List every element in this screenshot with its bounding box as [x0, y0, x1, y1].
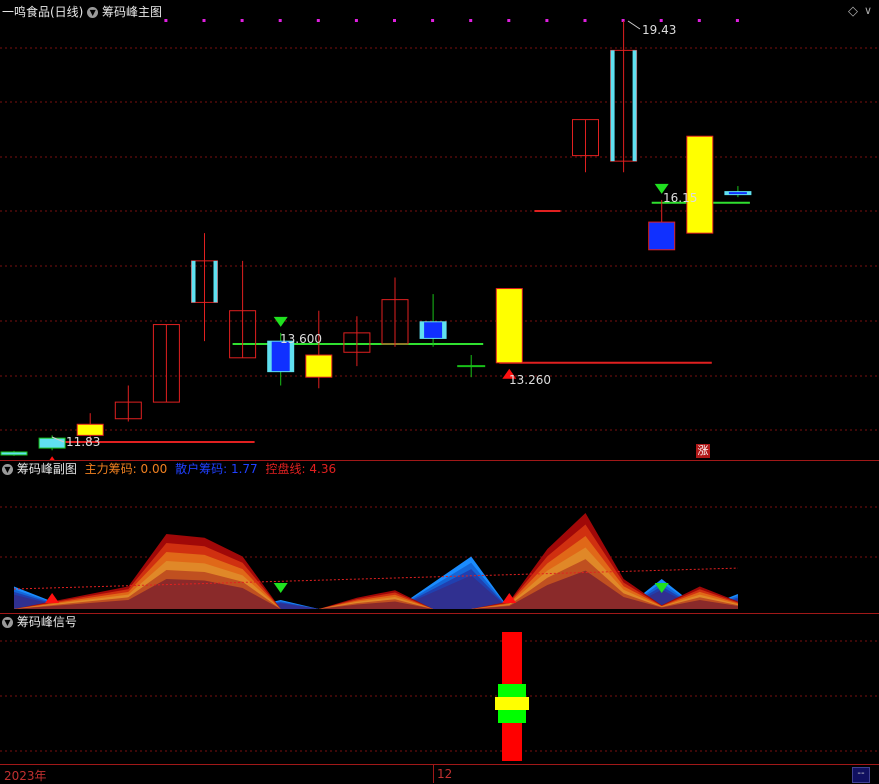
candle-edge	[724, 191, 729, 195]
top-dot	[202, 19, 206, 22]
high-price-label: 19.43	[642, 23, 676, 37]
top-dot	[735, 19, 739, 22]
support-lines	[42, 201, 750, 443]
candle-edge	[610, 50, 615, 162]
candle-edge	[213, 260, 218, 303]
candle-body	[686, 135, 714, 234]
top-dot	[431, 19, 435, 22]
price-labels: 19.43 11.83 13.600 13.260 16.15	[51, 20, 697, 449]
main-gridlines	[0, 47, 879, 431]
sub-chart[interactable]	[0, 461, 879, 613]
candle-edge	[191, 260, 196, 303]
top-dot	[583, 19, 587, 22]
sell-triangle	[273, 583, 288, 593]
candle-body	[648, 221, 676, 251]
price-label-13600: 13.600	[280, 332, 322, 346]
candle-edge	[632, 50, 637, 162]
signal-bar-yellow	[495, 697, 529, 710]
candle-edge	[746, 191, 751, 195]
candle-body	[38, 437, 66, 449]
rise-badge: 涨	[696, 444, 710, 458]
price-label-13260: 13.260	[509, 373, 551, 387]
signal-chart[interactable]	[0, 614, 879, 764]
price-label-1615: 16.15	[663, 191, 697, 205]
candle-body	[495, 288, 523, 364]
axis-tick	[433, 765, 434, 783]
candle-body	[76, 423, 104, 436]
sub-gridlines	[0, 506, 879, 558]
top-dot	[697, 19, 701, 22]
top-dot	[659, 19, 663, 22]
top-dot	[316, 19, 320, 22]
top-dot	[240, 19, 244, 22]
top-dot	[469, 19, 473, 22]
candle-body	[0, 451, 28, 456]
buy-triangle	[45, 593, 60, 603]
top-dot	[393, 19, 396, 22]
axis-month: 12	[437, 767, 453, 781]
axis-corner-button[interactable]: --	[852, 767, 870, 783]
time-axis: 2023年 12 --	[0, 765, 879, 783]
candle-edge	[420, 321, 425, 339]
top-dots	[164, 19, 739, 22]
top-dot	[278, 19, 282, 22]
high-pointer	[627, 20, 641, 30]
candle-edge	[442, 321, 447, 339]
main-chips-area	[14, 513, 738, 609]
top-dot	[507, 19, 511, 22]
main-chart[interactable]: 19.43 11.83 13.600 13.260 16.15	[0, 0, 879, 460]
candles	[0, 21, 752, 456]
candle-body	[305, 354, 333, 378]
top-dot	[545, 19, 549, 22]
axis-year: 2023年	[4, 769, 47, 783]
top-dot	[354, 19, 358, 22]
sell-triangle	[273, 316, 288, 327]
top-dot	[164, 19, 168, 22]
low-price-label: 11.83	[66, 435, 100, 449]
candle-edge	[267, 341, 272, 372]
